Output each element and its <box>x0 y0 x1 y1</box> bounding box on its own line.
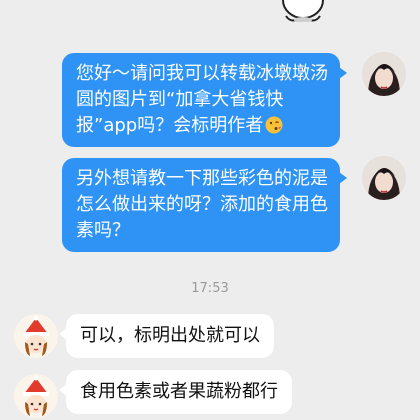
contact-avatar[interactable] <box>14 314 58 358</box>
message-text: 可以，标明出处就可以 <box>80 325 260 346</box>
incoming-message-bubble[interactable]: 可以，标明出处就可以 <box>59 314 274 358</box>
contact-avatar[interactable] <box>14 374 58 418</box>
kissing-face-emoji-icon <box>265 116 283 134</box>
message-text: 另外想请教一下那些彩色的泥是怎么做出来的呀？添加的食用色素吗？ <box>76 168 328 241</box>
cat-sticker <box>282 0 324 22</box>
user-avatar[interactable] <box>362 52 406 96</box>
message-timestamp: 17:53 <box>191 281 229 296</box>
message-text: 您好～请问我可以转载冰墩墩汤圆的图片到“加拿大省钱快报”app吗？会标明作者 <box>76 63 328 136</box>
incoming-message-bubble[interactable]: 食用色素或者果蔬粉都行 <box>59 370 292 414</box>
message-text: 食用色素或者果蔬粉都行 <box>80 381 278 402</box>
user-avatar[interactable] <box>362 156 406 200</box>
outgoing-message-bubble[interactable]: 您好～请问我可以转载冰墩墩汤圆的图片到“加拿大省钱快报”app吗？会标明作者 <box>62 53 347 147</box>
outgoing-message-bubble[interactable]: 另外想请教一下那些彩色的泥是怎么做出来的呀？添加的食用色素吗？ <box>62 158 347 252</box>
